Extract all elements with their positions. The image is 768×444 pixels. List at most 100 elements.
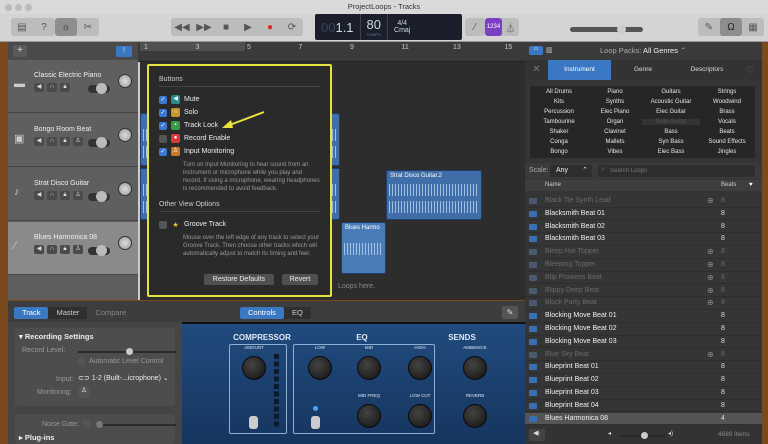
count-in-button[interactable]: 1234 [485, 18, 502, 36]
fast-forward-icon[interactable]: ▶▶ [193, 18, 215, 36]
instrument-filter[interactable]: Piano [586, 89, 644, 95]
instrument-filter[interactable]: Clavinet [586, 129, 644, 135]
instrument-filter[interactable]: Strings [698, 89, 756, 95]
volume-toggle[interactable] [88, 245, 110, 256]
instrument-filter[interactable]: Conga [530, 139, 588, 145]
groove-track-checkbox[interactable] [159, 220, 167, 229]
lock-button[interactable]: 🔒︎ [60, 83, 70, 92]
loop-item[interactable]: Blocking Move Beat 01 8 [525, 310, 762, 323]
download-icon[interactable]: ⊕ [707, 272, 714, 285]
low-knob[interactable] [308, 356, 332, 380]
loop-item[interactable]: Blues Harmonica 08 4 [525, 412, 762, 426]
loop-item[interactable]: Blueprint Beat 04 8 [525, 400, 762, 413]
loop-item[interactable]: Bleeping Topper ⊕ 8 [525, 259, 762, 272]
instrument-filter[interactable]: Shaker [530, 129, 588, 135]
monitoring-button[interactable]: ♙ [78, 386, 90, 398]
track-header[interactable]: ▣ Bongo Room Beat ◀ ∩ 🔒︎ ♙ [8, 114, 138, 167]
instrument-filter[interactable]: Brass [698, 109, 756, 115]
loop-item[interactable]: Bleep Hat Topper ⊕ 8 [525, 246, 762, 259]
input-monitor-button[interactable]: ♙ [73, 137, 83, 146]
instrument-filter[interactable]: Elec Guitar [642, 109, 700, 115]
pan-knob[interactable] [118, 182, 132, 196]
tab-master[interactable]: Master [48, 307, 87, 319]
smart-tempo-icon[interactable]: ⊺ [116, 46, 132, 57]
eq-switch[interactable] [311, 416, 320, 429]
solo-button[interactable]: ∩ [47, 191, 57, 200]
loop-item[interactable]: Blippy Deep Beat ⊕ 8 [525, 285, 762, 298]
instrument-filter[interactable]: Elec Piano [586, 109, 644, 115]
loop-item[interactable]: Blocking Move Beat 03 8 [525, 336, 762, 349]
favorite-column-icon[interactable]: ♥ [749, 180, 753, 191]
instrument-filter[interactable]: Kits [530, 99, 588, 105]
low-cut-knob[interactable] [408, 404, 432, 428]
record-level-slider[interactable] [78, 348, 176, 355]
groove-track-option[interactable]: ★ Groove Track [159, 218, 320, 231]
download-icon[interactable]: ⊕ [707, 285, 714, 298]
smart-controls-icon[interactable]: ☼ [55, 18, 77, 36]
loop-browser-icon[interactable]: Ω [720, 18, 742, 36]
tab-eq[interactable]: EQ [284, 307, 311, 319]
loop-item[interactable]: Blueprint Beat 03 8 [525, 387, 762, 400]
region-strat-disco-guitar-2[interactable]: Strat Disco Guitar.2 [386, 170, 482, 220]
instrument-filter[interactable]: Sound Effects [698, 139, 756, 145]
download-icon[interactable]: ⊕ [707, 246, 714, 259]
volume-toggle[interactable] [88, 83, 110, 94]
ruler[interactable]: 1 3 5 7 9 11 13 15 [138, 42, 525, 62]
cycle-region[interactable] [140, 42, 245, 51]
instrument-filter[interactable]: Acoustic Guitar [642, 99, 700, 105]
instrument-filter[interactable]: Percussion [530, 109, 588, 115]
noise-gate-checkbox[interactable] [83, 420, 90, 427]
scale-select[interactable]: Any ⌃ [550, 165, 592, 177]
auto-level-checkbox[interactable] [78, 358, 85, 365]
mute-button[interactable]: ◀ [34, 83, 44, 92]
tab-track[interactable]: Track [14, 307, 49, 319]
download-icon[interactable]: ⊕ [707, 297, 714, 310]
edit-pencil-icon[interactable]: ✎ [502, 306, 518, 319]
loop-item[interactable]: Blueprint Beat 02 8 [525, 374, 762, 387]
download-icon[interactable]: ⊕ [707, 349, 714, 362]
tab-controls[interactable]: Controls [240, 307, 284, 319]
checkbox[interactable] [159, 134, 167, 143]
download-icon[interactable]: ⊕ [707, 195, 714, 208]
loop-item[interactable]: Blacksmith Beat 02 8 [525, 221, 762, 234]
speaker-icon[interactable]: ◀· [529, 429, 545, 441]
volume-thumb[interactable] [617, 25, 626, 34]
track-header[interactable]: ▬ Classic Electric Piano ◀ ∩ 🔒︎ [8, 60, 138, 113]
instrument-filter[interactable]: Woodwind [698, 99, 756, 105]
mid-freq-knob[interactable] [357, 404, 381, 428]
pan-knob[interactable] [118, 128, 132, 142]
checkbox[interactable]: ✓ [159, 108, 167, 117]
track-header[interactable]: ♪ Strat Disco Guitar ◀ ∩ 🔒︎ ♙ [8, 168, 138, 221]
volume-toggle[interactable] [88, 137, 110, 148]
revert-button[interactable]: Revert [282, 274, 318, 285]
instrument-filter[interactable]: Organ [586, 119, 644, 125]
library-icon[interactable]: ▤ [11, 18, 33, 36]
solo-button[interactable]: ∩ [47, 137, 57, 146]
help-icon[interactable]: ? [33, 18, 55, 36]
option-record-enable[interactable]: ● Record Enable [159, 132, 320, 145]
amount-knob[interactable] [242, 356, 266, 380]
loop-item[interactable]: Blueprint Beat 01 8 [525, 361, 762, 375]
notepad-icon[interactable]: ✎ [698, 18, 720, 36]
media-browser-icon[interactable]: ▦ [742, 18, 764, 36]
loop-item[interactable]: Blip Prowess Beat ⊕ 8 [525, 272, 762, 285]
tuner-icon[interactable]: ⁄ [465, 18, 485, 36]
volume-toggle[interactable] [88, 191, 110, 202]
instrument-filter[interactable]: Bass [642, 129, 700, 135]
zoom-window-button[interactable] [25, 4, 32, 11]
scissors-icon[interactable]: ✂ [77, 18, 99, 36]
loop-item[interactable]: Black Tie Synth Lead ⊕ 8 [525, 195, 762, 208]
tab-compare[interactable]: Compare [87, 307, 135, 319]
add-track-button[interactable]: + [13, 45, 27, 57]
lcd-display[interactable]: 00 1.1 80 TEMPO 4/4 Cmaj [315, 14, 462, 40]
cycle-icon[interactable]: ⟳ [281, 18, 303, 36]
pan-knob[interactable] [118, 74, 132, 88]
lock-button[interactable]: 🔒︎ [60, 137, 70, 146]
loop-item[interactable]: Blacksmith Beat 01 8 [525, 208, 762, 221]
solo-button[interactable]: ∩ [47, 245, 57, 254]
plug-ins-header[interactable]: ▸ Plug-ins [19, 433, 54, 442]
ambience-knob[interactable] [463, 356, 487, 380]
instrument-filter[interactable]: Vocals [698, 119, 756, 125]
loop-item[interactable]: Block Party Beat ⊕ 8 [525, 297, 762, 311]
checkbox[interactable]: ✓ [159, 147, 167, 156]
